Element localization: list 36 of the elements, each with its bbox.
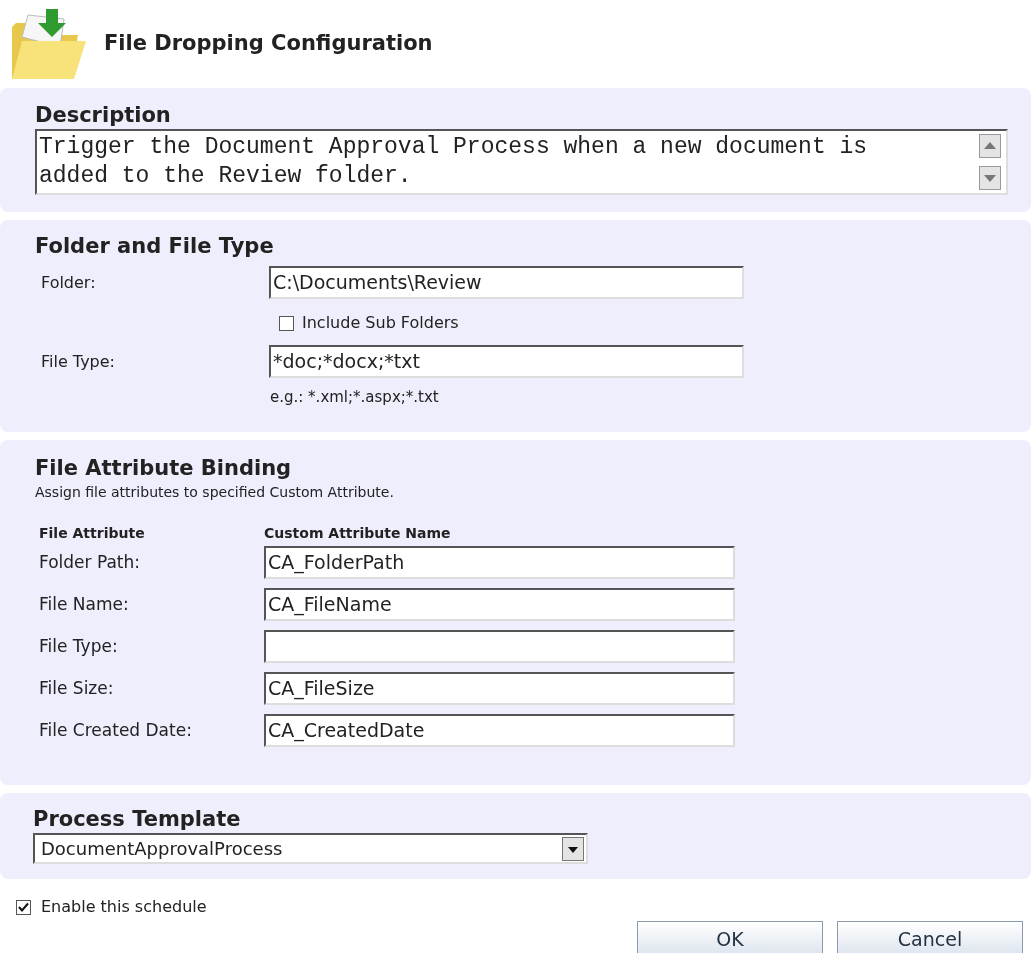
column-header: Custom Attribute Name [264,524,451,543]
file-type-field[interactable]: *doc;*docx;*txt [269,345,744,378]
scroll-up-icon[interactable] [979,134,1001,158]
section-heading: File Attribute Binding [35,455,293,482]
dialog-button[interactable]: Cancel [837,921,1023,953]
dropdown-value: DocumentApprovalProcess [41,837,283,861]
folder-field[interactable]: C:\Documents\Review [269,266,744,299]
attribute-field[interactable]: CA_FileName [264,588,735,621]
scroll-down-icon[interactable] [979,166,1001,190]
field-label: File Type: [40,350,116,373]
template-dropdown[interactable]: DocumentApprovalProcess [33,833,588,864]
attribute-field[interactable]: CA_CreatedDate [264,714,735,747]
dialog-title: File Dropping Configuration [104,30,433,58]
section-heading: Process Template [33,806,242,833]
attribute-field[interactable] [264,630,735,663]
attribute-label: File Name: [38,592,130,616]
checkbox-label: Enable this schedule [41,896,207,918]
description-field[interactable]: Trigger the Document Approval Process when a new document is added to the Review folder. [35,129,1008,195]
attribute-label: File Type: [38,634,119,658]
attribute-field[interactable]: CA_FileSize [264,672,735,705]
description-text: Trigger the Document Approval Process when a new document is added to the Review folder. [38,133,869,191]
checkbox[interactable] [16,899,31,915]
hint-text: e.g.: *.xml;*.aspx;*.txt [270,387,440,408]
section-heading: Folder and File Type [35,233,275,260]
attribute-label: File Size: [38,676,115,700]
dialog-button[interactable]: OK [637,921,823,953]
attribute-field[interactable]: CA_FolderPath [264,546,735,579]
checkmark-icon [18,901,29,913]
section-heading: Description [35,102,172,129]
attribute-label: Folder Path: [38,550,141,574]
section-subtitle: Assign file attributes to specified Custom Attribute. [35,483,395,502]
field-label: Folder: [40,271,97,294]
column-header: File Attribute [38,524,146,543]
checkbox-label: Include Sub Folders [302,312,459,334]
checkbox[interactable] [279,315,294,331]
attribute-label: File Created Date: [38,718,193,742]
